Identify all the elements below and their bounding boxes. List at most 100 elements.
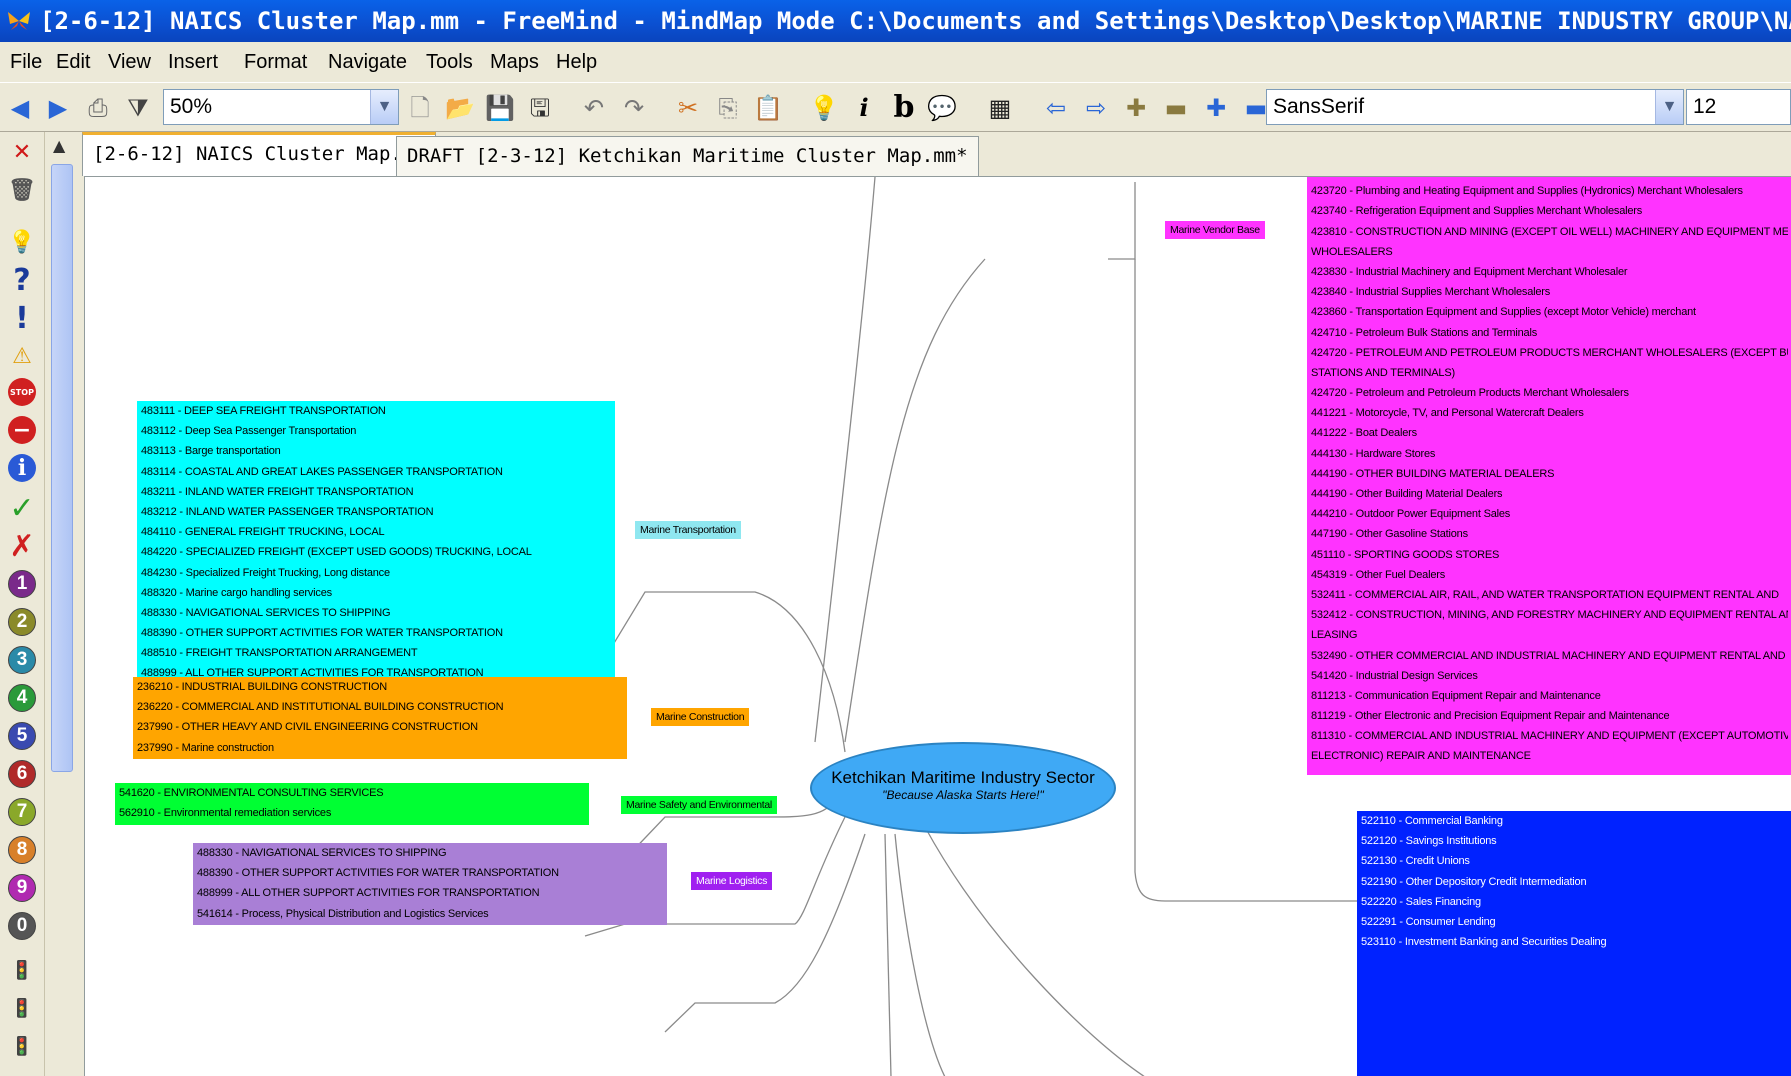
icon-toolbar: ✕ 🗑 💡 ? ! ⚠ STOP − i ✓ ✗ 1 2 3 4 5 6 7 8… [0, 132, 44, 1076]
trash-icon[interactable]: 🗑 [6, 174, 38, 206]
node-safety-codes[interactable]: 541620 - ENVIRONMENTAL CONSULTING SERVIC… [115, 783, 589, 825]
back-icon[interactable]: ◀ [4, 92, 36, 124]
paste-icon[interactable]: 📋 [752, 92, 784, 124]
naics-code-line: 483112 - Deep Sea Passenger Transportati… [141, 425, 357, 438]
menu-insert[interactable]: Insert [164, 42, 222, 82]
cut-icon[interactable]: ✂ [672, 92, 704, 124]
chevron-down-icon[interactable]: ▼ [370, 90, 398, 124]
arrow-right-icon[interactable]: ⇨ [1080, 92, 1112, 124]
edge-top [814, 177, 876, 743]
filter-icon[interactable]: ⧩ [122, 92, 154, 124]
remove-icon-x-icon[interactable]: ✕ [6, 136, 38, 168]
menu-edit[interactable]: Edit [52, 42, 94, 82]
menu-file[interactable]: File [6, 42, 46, 82]
question-icon[interactable]: ? [6, 263, 38, 298]
priority-9-icon[interactable]: 9 [8, 874, 36, 902]
root-title: Ketchikan Maritime Industry Sector [831, 768, 1095, 787]
node-construction-codes[interactable]: 236210 - INDUSTRIAL BUILDING CONSTRUCTIO… [133, 677, 627, 759]
naics-code-line: 811219 - Other Electronic and Precision … [1311, 710, 1670, 723]
edge-vendor-list [1108, 182, 1136, 260]
node-logistics-codes[interactable]: 488330 - NAVIGATIONAL SERVICES TO SHIPPI… [193, 843, 667, 925]
priority-2-icon[interactable]: 2 [8, 608, 36, 636]
edge-logistics [664, 833, 866, 1033]
font-size-select[interactable]: 12 [1686, 89, 1791, 125]
bold-icon[interactable]: b [888, 92, 920, 124]
zoom-select[interactable]: 50% ▼ [163, 89, 399, 125]
font-family-select[interactable]: SansSerif ▼ [1266, 89, 1684, 125]
redo-icon[interactable]: ↷ [618, 92, 650, 124]
undo-icon[interactable]: ↶ [578, 92, 610, 124]
stop-icon[interactable]: STOP [8, 378, 36, 406]
grid-icon[interactable]: ▦ [984, 92, 1016, 124]
info-icon[interactable]: i [8, 454, 36, 482]
menu-help[interactable]: Help [552, 42, 601, 82]
minus-icon[interactable]: ▬ [1160, 92, 1192, 124]
chevron-up-icon[interactable]: ▲ [53, 136, 65, 155]
icon-panel-scrollbar[interactable]: ▲ [44, 132, 78, 1076]
menu-view[interactable]: View [104, 42, 155, 82]
naics-code-line: 541420 - Industrial Design Services [1311, 669, 1478, 682]
scrollbar-thumb[interactable] [51, 164, 73, 772]
menu-navigate[interactable]: Navigate [324, 42, 411, 82]
naics-code-line: 423810 - CONSTRUCTION AND MINING (EXCEPT… [1311, 225, 1788, 238]
title-bar[interactable]: [2-6-12] NAICS Cluster Map.mm - FreeMind… [0, 0, 1791, 42]
chevron-down-icon[interactable]: ▼ [1655, 90, 1683, 124]
warning-icon[interactable]: ⚠ [6, 340, 38, 372]
freemind-butterfly-icon [8, 12, 30, 30]
menu-format[interactable]: Format [240, 42, 311, 82]
naics-code-line: 483211 - INLAND WATER FREIGHT TRANSPORTA… [141, 485, 414, 498]
cross-icon[interactable]: ✗ [6, 529, 38, 564]
node-marine-construction[interactable]: Marine Construction [651, 708, 750, 726]
traffic-light-green-icon[interactable]: 🚦 [6, 1030, 38, 1062]
forward-icon[interactable]: ▶ [42, 92, 74, 124]
naics-code-line: 451110 - SPORTING GOODS STORES [1311, 548, 1500, 561]
naics-code-line: 522220 - Sales Financing [1361, 895, 1481, 908]
exclamation-icon[interactable]: ! [6, 301, 38, 336]
node-marine-logistics[interactable]: Marine Logistics [691, 872, 773, 890]
naics-code-line: 483113 - Barge transportation [141, 445, 281, 458]
new-file-icon[interactable]: 🗋 [404, 92, 436, 124]
naics-code-line: 522110 - Commercial Banking [1361, 815, 1503, 827]
priority-4-icon[interactable]: 4 [8, 684, 36, 712]
priority-8-icon[interactable]: 8 [8, 836, 36, 864]
menu-maps[interactable]: Maps [486, 42, 543, 82]
priority-3-icon[interactable]: 3 [8, 646, 36, 674]
priority-1-icon[interactable]: 1 [8, 570, 36, 598]
lightbulb-icon[interactable]: 💡 [808, 92, 840, 124]
node-transportation-codes[interactable]: 483111 - DEEP SEA FREIGHT TRANSPORTATION… [137, 401, 615, 693]
checkmark-icon[interactable]: ✓ [6, 491, 38, 526]
priority-0-icon[interactable]: 0 [8, 912, 36, 940]
priority-6-icon[interactable]: 6 [8, 760, 36, 788]
idea-icon[interactable]: 💡 [6, 226, 38, 258]
tab-draft-ketchikan-map[interactable]: DRAFT [2-3-12] Ketchikan Maritime Cluste… [396, 136, 979, 176]
note-bubble-icon[interactable]: 💬 [926, 92, 958, 124]
no-entry-icon[interactable]: − [8, 416, 36, 444]
traffic-light-red-icon[interactable]: 🚦 [6, 954, 38, 986]
naics-code-line: 488390 - OTHER SUPPORT ACTIVITIES FOR WA… [197, 867, 559, 880]
save-as-icon[interactable]: 🖫 [524, 92, 556, 124]
node-marine-transportation[interactable]: Marine Transportation [635, 521, 741, 539]
traffic-light-yellow-icon[interactable]: 🚦 [6, 992, 38, 1024]
node-marine-vendor-base[interactable]: Marine Vendor Base [1165, 221, 1265, 239]
tab-naics-cluster-map[interactable]: [2-6-12] NAICS Cluster Map.mm [82, 132, 436, 176]
priority-5-icon[interactable]: 5 [8, 722, 36, 750]
italic-icon[interactable]: i [848, 92, 880, 124]
naics-code-line: 444190 - Other Building Material Dealers [1311, 488, 1503, 500]
print-icon[interactable]: ⎙ [82, 92, 114, 124]
node-vendor-codes[interactable]: 423710 - Hardware Merchant Wholesalers42… [1307, 177, 1791, 775]
copy-icon[interactable]: ⎘ [712, 92, 744, 124]
map-tabs: [2-6-12] NAICS Cluster Map.mm DRAFT [2-3… [78, 132, 1791, 176]
naics-code-line: 484110 - GENERAL FREIGHT TRUCKING, LOCAL [141, 526, 385, 539]
naics-code-line: 488330 - NAVIGATIONAL SERVICES TO SHIPPI… [197, 847, 447, 859]
arrow-left-icon[interactable]: ⇦ [1040, 92, 1072, 124]
node-root[interactable]: Ketchikan Maritime Industry Sector "Beca… [810, 742, 1116, 834]
plus-blue-icon[interactable]: ✚ [1200, 92, 1232, 124]
node-finance-codes[interactable]: 522110 - Commercial Banking 522120 - Savi… [1357, 811, 1791, 1076]
mindmap-canvas[interactable]: Marine Transportation 483111 - DEEP SEA … [84, 176, 1791, 1076]
open-folder-icon[interactable]: 📂 [444, 92, 476, 124]
node-marine-safety[interactable]: Marine Safety and Environmental [621, 796, 777, 814]
plus-icon[interactable]: ✚ [1120, 92, 1152, 124]
menu-tools[interactable]: Tools [422, 42, 477, 82]
save-icon[interactable]: 💾 [484, 92, 516, 124]
priority-7-icon[interactable]: 7 [8, 798, 36, 826]
